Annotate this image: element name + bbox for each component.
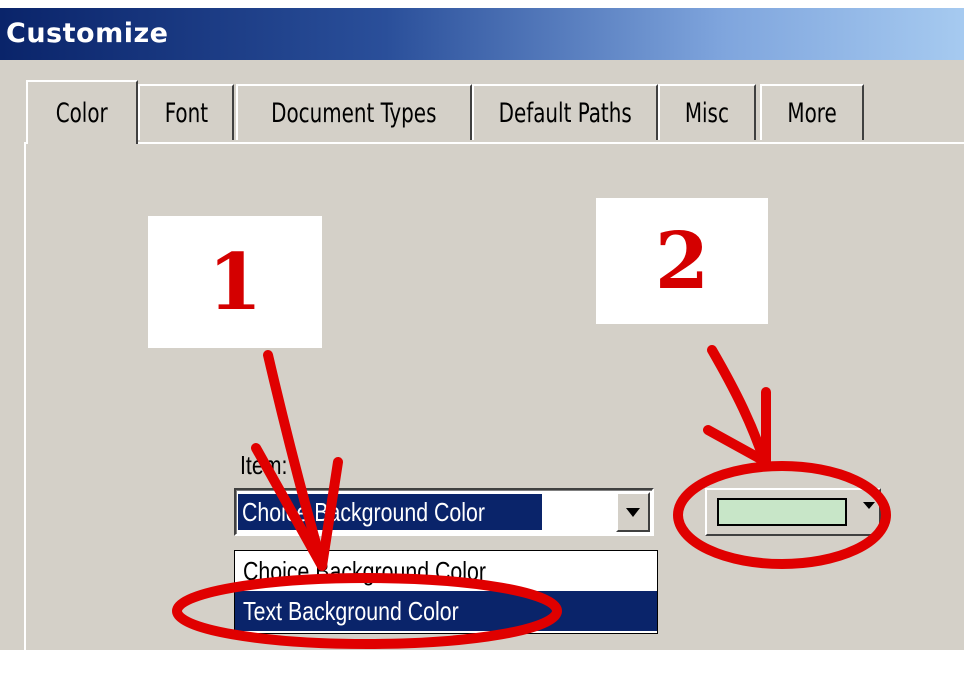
tab-misc-label: Misc — [684, 97, 730, 129]
tab-document-types-label: Document Types — [271, 97, 437, 129]
page-top-strip — [0, 0, 964, 8]
callout-step-2-number: 2 — [654, 215, 710, 307]
title-bar: Customize — [0, 8, 964, 60]
chevron-down-icon — [626, 507, 640, 517]
item-dropdown-button[interactable] — [616, 492, 650, 532]
item-dropdown-list: Choice Background Color Text Background … — [234, 550, 658, 634]
tab-font[interactable]: Font — [138, 84, 234, 140]
item-combobox-value: Choice Background Color — [238, 494, 543, 530]
callout-step-2: 2 — [596, 198, 768, 324]
list-item[interactable]: Text Background Color — [235, 591, 657, 631]
callout-step-1: 1 — [148, 216, 322, 348]
tab-color[interactable]: Color — [26, 80, 138, 144]
tab-document-types[interactable]: Document Types — [236, 84, 472, 140]
tab-more-label: More — [787, 97, 837, 129]
callout-step-1-number: 1 — [207, 236, 263, 328]
tab-color-label: Color — [55, 97, 108, 129]
tab-default-paths-label: Default Paths — [498, 97, 632, 129]
item-label: Item: — [240, 450, 288, 480]
tab-misc[interactable]: Misc — [658, 84, 756, 140]
list-item[interactable]: Choice Background Color — [235, 551, 657, 591]
chevron-down-icon — [863, 502, 875, 509]
color-swatch — [717, 498, 847, 526]
tab-more[interactable]: More — [760, 84, 864, 140]
tab-default-paths[interactable]: Default Paths — [472, 84, 658, 140]
tab-font-label: Font — [164, 97, 208, 129]
color-picker-button[interactable] — [705, 488, 881, 536]
window-title: Customize — [6, 18, 169, 49]
item-combobox[interactable]: Choice Background Color — [234, 488, 654, 536]
